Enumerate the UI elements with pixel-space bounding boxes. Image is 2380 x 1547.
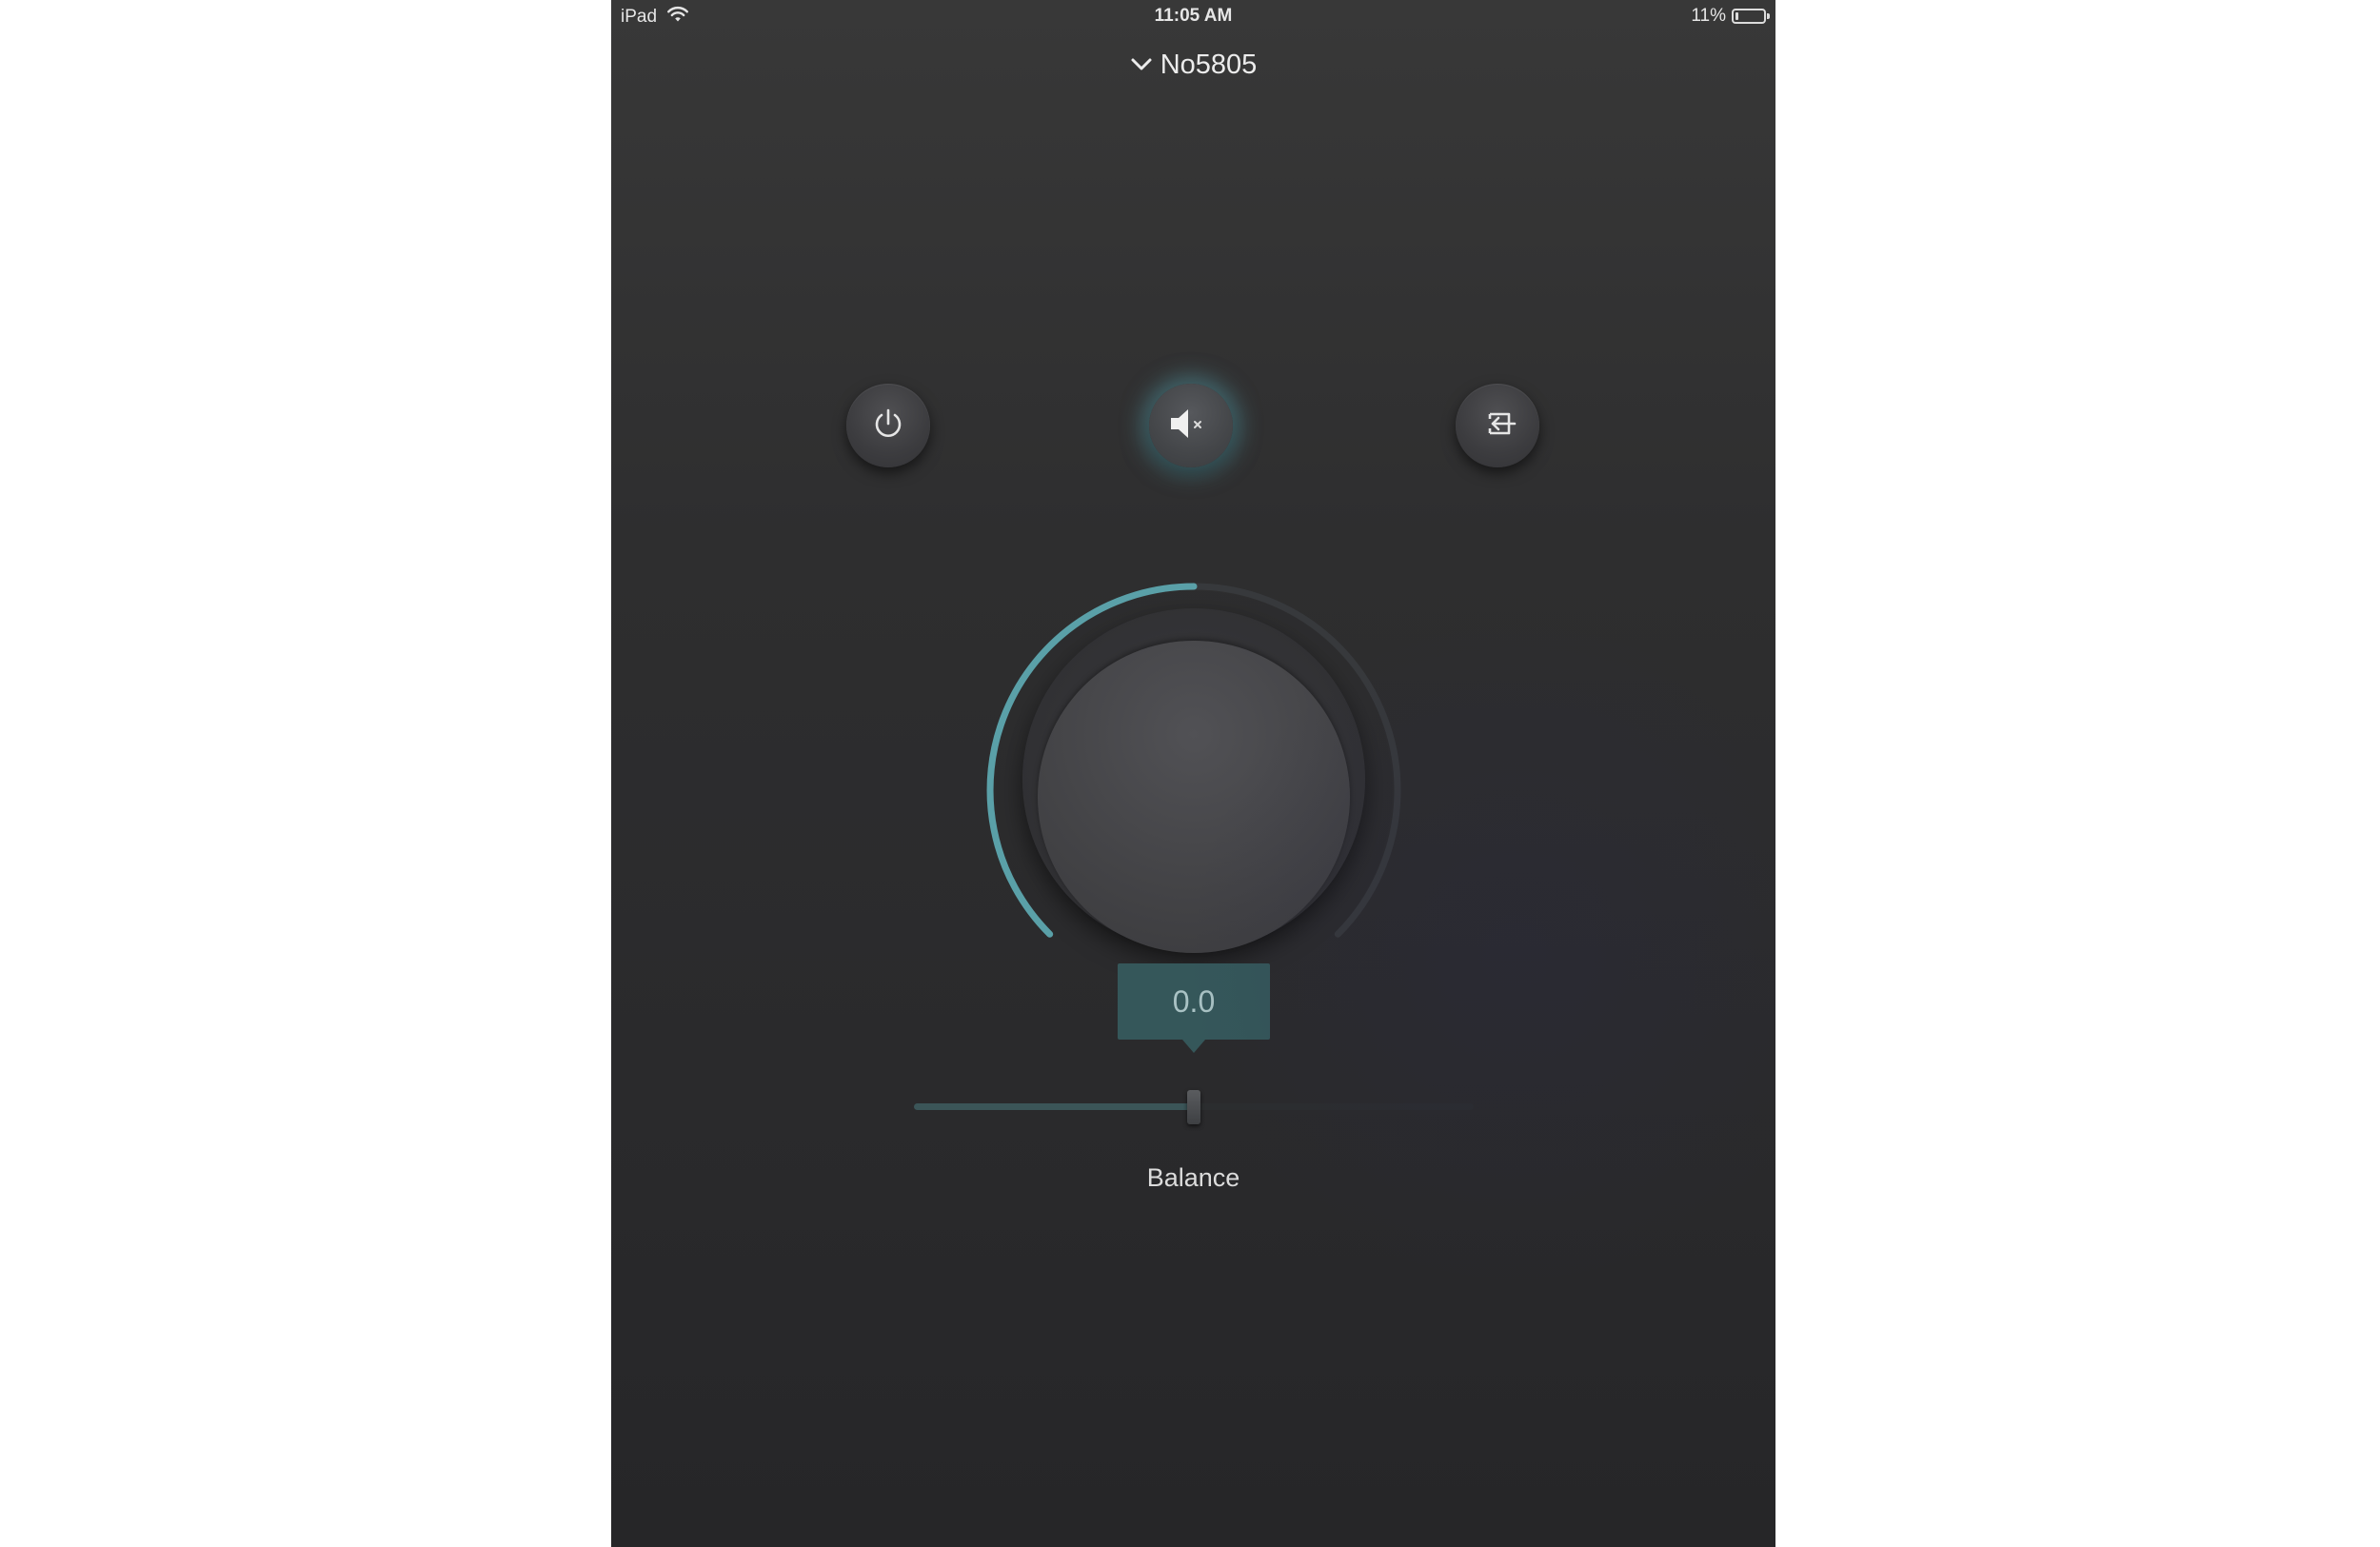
status-bar: iPad 11:05 AM 11% bbox=[611, 0, 1775, 32]
device-name: No5805 bbox=[1160, 50, 1258, 80]
battery-percent: 11% bbox=[1691, 6, 1726, 26]
volume-knob[interactable] bbox=[975, 566, 1413, 966]
balance-slider[interactable] bbox=[914, 1090, 1474, 1128]
speaker-mute-icon bbox=[1165, 405, 1217, 447]
battery-fill bbox=[1735, 12, 1738, 20]
ipad-screen: iPad 11:05 AM 11% No5805 0.0 Balance bbox=[611, 0, 1775, 1547]
mute-button[interactable] bbox=[1149, 384, 1233, 467]
battery-icon bbox=[1732, 9, 1770, 24]
knob-cap[interactable] bbox=[1038, 641, 1350, 953]
balance-slider-fill bbox=[914, 1103, 1194, 1110]
status-time: 11:05 AM bbox=[1154, 6, 1233, 26]
input-source-button[interactable] bbox=[1456, 384, 1539, 467]
balance-label: Balance bbox=[1146, 1163, 1240, 1192]
balance-value: 0.0 bbox=[1172, 983, 1216, 1019]
device-selector[interactable]: No5805 bbox=[611, 50, 1775, 81]
balance-slider-thumb[interactable] bbox=[1187, 1090, 1200, 1124]
chevron-down-icon bbox=[1130, 50, 1153, 81]
balance-value-bubble: 0.0 bbox=[1118, 963, 1270, 1053]
power-icon bbox=[869, 405, 907, 447]
input-source-icon bbox=[1477, 405, 1518, 447]
status-right: 11% bbox=[1691, 6, 1770, 27]
power-button[interactable] bbox=[846, 384, 930, 467]
